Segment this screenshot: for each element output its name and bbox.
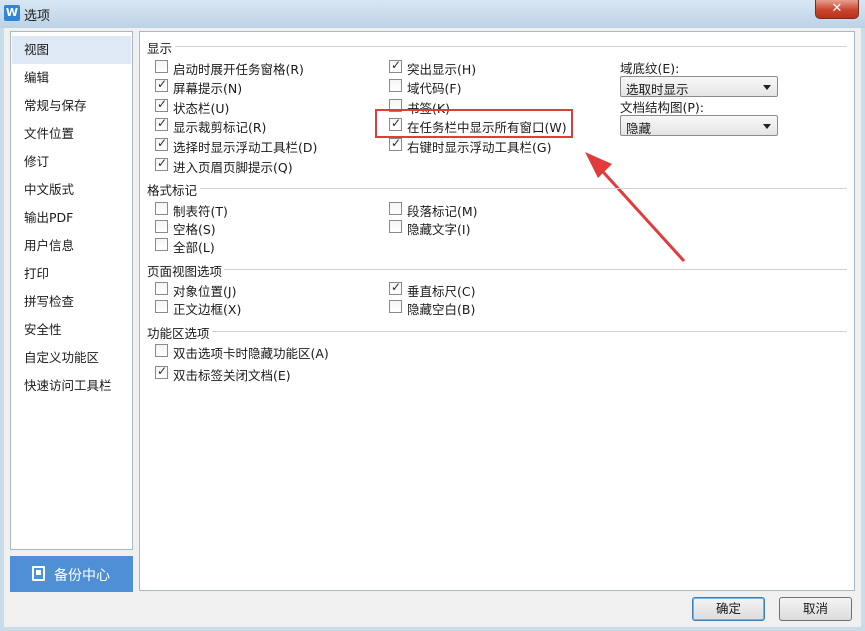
checkbox-label: 双击标签关闭文档(E) [173,368,291,383]
checkbox-box[interactable] [389,220,402,233]
checkbox-box[interactable] [155,364,168,379]
sidebar-item-chinese-layout[interactable]: 中文版式 [12,176,131,204]
checkbox-box[interactable] [389,202,402,215]
cancel-button[interactable]: 取消 [779,597,852,621]
section-title-page-view: 页面视图选项 [147,264,223,279]
checkbox-label: 全部(L) [173,240,215,255]
sidebar-item-quick-access-toolbar[interactable]: 快速访问工具栏 [12,372,131,400]
sidebar-item-print[interactable]: 打印 [12,260,131,288]
section-title-ribbon: 功能区选项 [147,326,210,341]
title-bar: W 选项 ✕ [0,0,865,28]
checkbox-box[interactable] [389,280,402,295]
sidebar-item-customize-ribbon[interactable]: 自定义功能区 [12,344,131,372]
ok-button[interactable]: 确定 [692,597,765,621]
section-divider [212,331,847,332]
wps-app-icon: W [4,5,20,21]
checkbox-box[interactable] [155,282,168,295]
checkbox-label: 垂直标尺(C) [407,284,476,299]
checkbox-box[interactable] [389,300,402,313]
sidebar-item-view[interactable]: 视图 [12,36,131,64]
sidebar-item-security[interactable]: 安全性 [12,316,131,344]
checkbox-label: 正文边框(X) [173,302,242,317]
backup-center-label: 备份中心 [54,568,110,584]
window-title: 选项 [24,9,51,24]
section-divider [224,269,847,270]
close-button[interactable]: ✕ [815,0,859,19]
sidebar-item-edit[interactable]: 编辑 [12,64,131,92]
checkbox-label: 双击选项卡时隐藏功能区(A) [173,346,329,361]
options-panel: 显示 启动时展开任务窗格(R) 屏幕提示(N) 状态栏(U) 显示裁剪标记(R)… [139,31,855,591]
close-icon: ✕ [831,1,843,16]
dialog-body: 视图 编辑 常规与保存 文件位置 修订 中文版式 输出PDF 用户信息 打印 拼… [4,28,861,627]
section-title-format-marks: 格式标记 [147,183,198,198]
category-sidebar: 视图 编辑 常规与保存 文件位置 修订 中文版式 输出PDF 用户信息 打印 拼… [10,31,133,550]
sidebar-item-file-location[interactable]: 文件位置 [12,120,131,148]
checkbox-label: 段落标记(M) [407,204,478,219]
checkbox-box[interactable] [155,300,168,313]
checkbox-box[interactable] [155,202,168,215]
backup-center-button[interactable]: 备份中心 [10,556,133,592]
checkbox-box[interactable] [155,238,168,251]
section-divider [200,188,847,189]
sidebar-item-general-save[interactable]: 常规与保存 [12,92,131,120]
red-arrow-icon [585,152,686,263]
sidebar-item-user-info[interactable]: 用户信息 [12,232,131,260]
checkbox-box[interactable] [155,220,168,233]
sidebar-item-revision[interactable]: 修订 [12,148,131,176]
checkbox-label: 隐藏空白(B) [407,302,476,317]
checkbox-label: 对象位置(J) [173,284,237,299]
sidebar-item-export-pdf[interactable]: 输出PDF [12,204,131,232]
backup-icon [32,566,45,581]
checkbox-label: 空格(S) [173,222,216,237]
sidebar-item-spell-check[interactable]: 拼写检查 [12,288,131,316]
checkbox-label: 隐藏文字(I) [407,222,471,237]
checkbox-label: 制表符(T) [173,204,228,219]
checkbox-box[interactable] [155,344,168,357]
